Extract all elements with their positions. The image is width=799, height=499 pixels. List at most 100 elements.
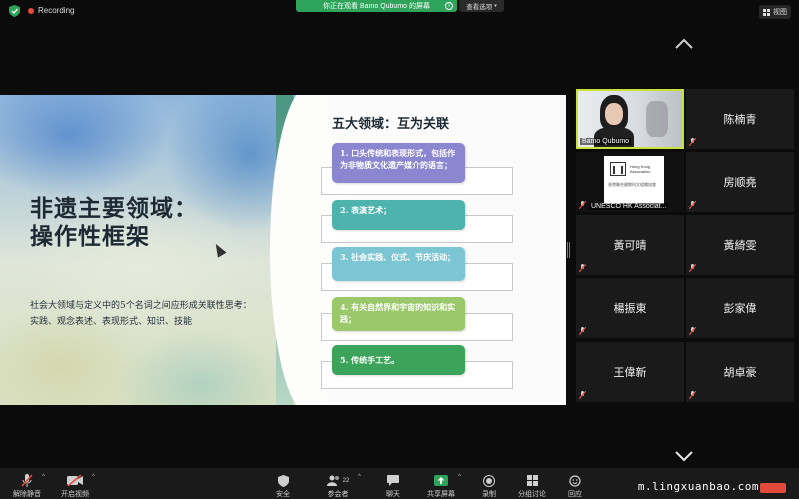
grid-icon — [763, 8, 770, 16]
breakout-rooms-icon — [526, 475, 538, 486]
slide-title-line1: 非遗主要领域： — [30, 195, 198, 222]
video-off-icon — [67, 475, 83, 486]
mic-muted-icon — [689, 201, 696, 209]
recording-indicator: Recording — [28, 6, 74, 15]
participant-tile[interactable]: 黃綺雯 — [686, 215, 794, 275]
participant-tile-unesco[interactable]: Hong Kong Association 香港聯合國教科文組織協會 UNESC… — [576, 152, 684, 212]
caret-up-icon[interactable]: ^ — [92, 474, 95, 480]
participant-face — [605, 103, 623, 125]
slide-subtitle-line2: 实践、观念表述、表现形式、知识、技能 — [30, 317, 193, 327]
participant-tile[interactable]: 房顺堯 — [686, 152, 794, 212]
participants-count: 22 — [342, 477, 350, 484]
slide-subtitle-line1: 社会大领域与定义中的5个名词之间应形成关联性思考： — [30, 301, 252, 311]
background-figure — [646, 101, 668, 137]
participant-name: 黃可晴 — [613, 240, 647, 252]
participant-tile[interactable]: 陈楠青 — [686, 89, 794, 149]
unmute-label: 解除静音 — [13, 491, 41, 498]
participant-tile[interactable]: 楊振東 — [576, 278, 684, 338]
participants-button[interactable]: 22 参会者 ^ — [322, 468, 361, 499]
mic-muted-icon — [689, 327, 696, 335]
participant-name: 胡卓豪 — [723, 367, 757, 379]
participant-name: UNESCO HK Associat... — [589, 203, 669, 210]
top-bar: Recording 你正在观看 Bamo Qubumo 的屏幕 i 查看选项 ▾… — [0, 0, 799, 22]
panel-resize-handle[interactable] — [567, 242, 570, 258]
view-button[interactable]: 视图 — [759, 5, 791, 19]
smiley-plus-icon — [569, 474, 581, 487]
chevron-down-icon[interactable] — [674, 450, 694, 462]
participant-tile[interactable]: 胡卓豪 — [686, 342, 794, 402]
mic-muted-icon — [689, 138, 696, 146]
share-screen-icon — [434, 475, 448, 486]
participant-name: 楊振東 — [613, 303, 647, 315]
info-icon[interactable]: i — [445, 2, 453, 10]
slide-subtitle: 社会大领域与定义中的5个名词之间应形成关联性思考： 实践、观念表述、表现形式、知… — [30, 298, 300, 330]
watermark-badge — [760, 483, 786, 493]
shared-screen-slide: 非遗主要领域： 操作性框架 社会大领域与定义中的5个名词之间应形成关联性思考： … — [0, 95, 566, 405]
participant-name: 房顺堯 — [723, 177, 757, 189]
participant-tile-bamo-qubumo[interactable]: Bamo Qubumo — [576, 89, 684, 149]
participant-name: 彭家偉 — [723, 303, 757, 315]
slide-title: 非遗主要领域： 操作性框架 — [30, 195, 198, 251]
mic-muted-icon — [579, 264, 586, 272]
shield-icon — [277, 474, 289, 487]
viewing-banner-text: 你正在观看 Bamo Qubumo 的屏幕 — [323, 3, 430, 10]
unesco-temple-logo — [610, 162, 626, 176]
reactions-label: 回应 — [568, 491, 582, 498]
recording-dot-icon — [28, 7, 34, 14]
chat-bubble-icon — [387, 475, 399, 486]
chevron-up-icon[interactable] — [674, 38, 694, 50]
domain-item-5: 5. 传统手工艺。 — [332, 345, 465, 375]
security-shield-icon[interactable] — [9, 5, 20, 17]
chat-button[interactable]: 聊天 — [380, 468, 406, 499]
recording-label: Recording — [38, 6, 75, 15]
share-screen-label: 共享屏幕 — [427, 491, 455, 498]
unesco-logo-card: Hong Kong Association 香港聯合國教科文組織協會 — [604, 156, 664, 204]
record-label: 录制 — [482, 491, 496, 498]
view-options-button[interactable]: 查看选项 ▾ — [459, 0, 504, 12]
participant-name: 黃綺雯 — [723, 240, 757, 252]
domain-item-2: 2. 表演艺术； — [332, 200, 465, 230]
slide-title-line2: 操作性框架 — [30, 223, 150, 250]
unmute-button[interactable]: 解除静音 ^ — [10, 468, 45, 499]
start-video-label: 开启视频 — [61, 491, 89, 498]
view-options-label: 查看选项 — [466, 4, 493, 11]
chevron-down-icon: ▾ — [494, 3, 497, 9]
participant-name: Bamo Qubumo — [580, 138, 632, 145]
breakout-rooms-label: 分组讨论 — [518, 491, 546, 498]
record-icon — [483, 474, 495, 487]
participants-icon — [326, 475, 339, 486]
zoom-meeting-window: Recording 你正在观看 Bamo Qubumo 的屏幕 i 查看选项 ▾… — [0, 0, 799, 499]
mic-muted-icon — [579, 201, 586, 209]
caret-up-icon[interactable]: ^ — [458, 474, 461, 480]
record-button[interactable]: 录制 — [478, 468, 500, 499]
domain-item-1: 1. 口头传统和表现形式，包括作为非物质文化遗产媒介的语言； — [332, 143, 465, 183]
caret-up-icon[interactable]: ^ — [358, 474, 361, 480]
site-watermark: m.lingxuanbao.com — [637, 480, 759, 493]
participant-tile[interactable]: 彭家偉 — [686, 278, 794, 338]
start-video-button[interactable]: 开启视频 ^ — [58, 468, 95, 499]
unesco-card-line1: Hong Kong Association — [630, 164, 651, 174]
mic-muted-icon — [689, 391, 696, 399]
mic-muted-icon — [579, 327, 586, 335]
domain-item-4: 4. 有关自然界和宇宙的知识和实践； — [332, 297, 465, 331]
slide-right-title: 五大领域：互为关联 — [332, 117, 450, 132]
security-button[interactable]: 安全 — [270, 468, 296, 499]
participants-label: 参会者 — [327, 491, 349, 498]
view-button-label: 视图 — [773, 9, 787, 16]
participant-name: 王偉新 — [613, 367, 647, 379]
unesco-logo-columns — [613, 166, 623, 174]
mic-muted-icon — [21, 474, 33, 487]
participant-tile[interactable]: 王偉新 — [576, 342, 684, 402]
breakout-rooms-button[interactable]: 分组讨论 — [516, 468, 548, 499]
participant-tile[interactable]: 黃可晴 — [576, 215, 684, 275]
chat-label: 聊天 — [386, 491, 400, 498]
caret-up-icon[interactable]: ^ — [42, 474, 45, 480]
participant-name: 陈楠青 — [723, 114, 757, 126]
unesco-card-line2: 香港聯合國教科文組織協會 — [608, 182, 656, 187]
security-label: 安全 — [276, 491, 290, 498]
mic-muted-icon — [689, 264, 696, 272]
domain-item-3: 3. 社会实践、仪式、节庆活动； — [332, 247, 465, 281]
share-screen-button[interactable]: 共享屏幕 ^ — [424, 468, 461, 499]
reactions-button[interactable]: 回应 — [564, 468, 586, 499]
mic-muted-icon — [579, 391, 586, 399]
